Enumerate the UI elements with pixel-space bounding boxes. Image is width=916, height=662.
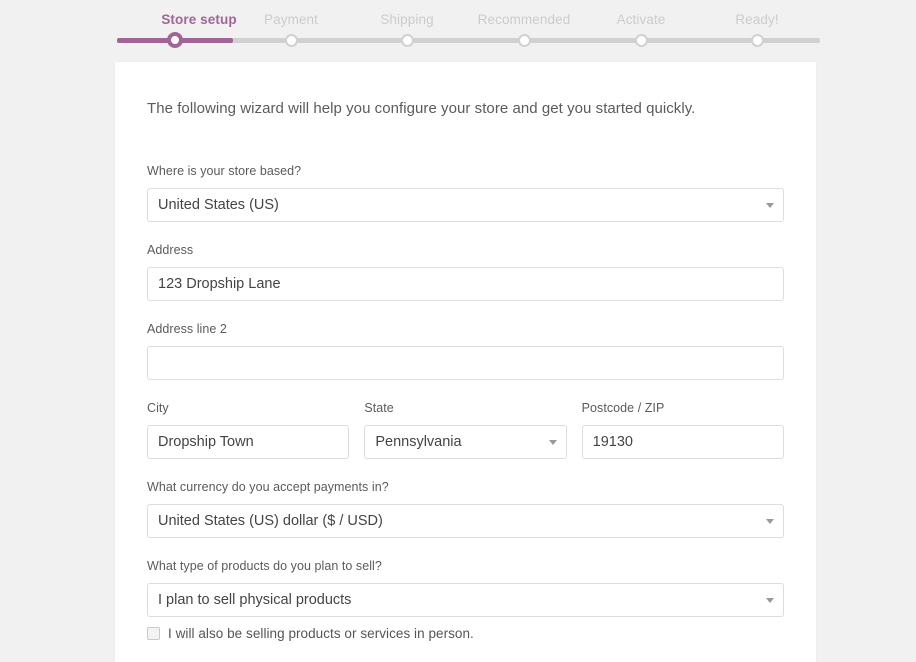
step-label-shipping[interactable]: Shipping xyxy=(380,11,433,29)
field-postcode: Postcode / ZIP xyxy=(582,400,784,459)
label-address-line-2: Address line 2 xyxy=(147,321,784,337)
label-address-line-1: Address xyxy=(147,242,784,258)
wizard-step-progress: Store setup Payment Shipping Recommended… xyxy=(0,0,916,62)
address-line-2-input[interactable] xyxy=(147,346,784,380)
step-label-recommended[interactable]: Recommended xyxy=(478,11,571,29)
step-dot-recommended[interactable] xyxy=(518,34,531,47)
field-address-line-1: Address xyxy=(147,242,784,301)
field-currency: What currency do you accept payments in?… xyxy=(147,479,784,538)
currency-select[interactable]: United States (US) dollar ($ / USD) xyxy=(147,504,784,538)
product-types-select[interactable]: I plan to sell physical products xyxy=(147,583,784,617)
label-city: City xyxy=(147,400,349,416)
product-types-select-value[interactable]: I plan to sell physical products xyxy=(147,583,784,617)
state-select[interactable]: Pennsylvania xyxy=(364,425,566,459)
label-postcode: Postcode / ZIP xyxy=(582,400,784,416)
field-product-types: What type of products do you plan to sel… xyxy=(147,558,784,642)
postcode-input[interactable] xyxy=(582,425,784,459)
field-address-line-2: Address line 2 xyxy=(147,321,784,380)
state-select-value[interactable]: Pennsylvania xyxy=(364,425,566,459)
in-person-checkbox-row[interactable]: I will also be selling products or servi… xyxy=(147,626,784,642)
step-dot-store-setup[interactable] xyxy=(167,32,183,48)
in-person-checkbox[interactable] xyxy=(147,627,160,640)
step-label-payment[interactable]: Payment xyxy=(264,11,318,29)
step-dot-shipping[interactable] xyxy=(401,34,414,47)
field-store-country: Where is your store based? United States… xyxy=(147,163,784,222)
city-state-postcode-row: City State Pennsylvania Postcode / ZIP xyxy=(147,400,784,459)
in-person-checkbox-label[interactable]: I will also be selling products or servi… xyxy=(168,626,474,642)
step-label-store-setup[interactable]: Store setup xyxy=(161,11,236,29)
city-input[interactable] xyxy=(147,425,349,459)
label-state: State xyxy=(364,400,566,416)
step-label-activate[interactable]: Activate xyxy=(617,11,666,29)
field-city: City xyxy=(147,400,349,459)
store-setup-card: The following wizard will help you confi… xyxy=(115,62,816,662)
wizard-intro-text: The following wizard will help you confi… xyxy=(147,98,784,121)
field-state: State Pennsylvania xyxy=(364,400,566,459)
label-product-types: What type of products do you plan to sel… xyxy=(147,558,784,574)
label-store-country: Where is your store based? xyxy=(147,163,784,179)
wizard-step-labels: Store setup Payment Shipping Recommended… xyxy=(117,11,820,31)
currency-select-value[interactable]: United States (US) dollar ($ / USD) xyxy=(147,504,784,538)
country-select-value[interactable]: United States (US) xyxy=(147,188,784,222)
address-line-1-input[interactable] xyxy=(147,267,784,301)
step-dot-activate[interactable] xyxy=(635,34,648,47)
step-dot-payment[interactable] xyxy=(285,34,298,47)
country-select[interactable]: United States (US) xyxy=(147,188,784,222)
step-dot-ready[interactable] xyxy=(751,34,764,47)
wizard-progress-track xyxy=(117,38,820,43)
label-currency: What currency do you accept payments in? xyxy=(147,479,784,495)
step-label-ready[interactable]: Ready! xyxy=(735,11,778,29)
